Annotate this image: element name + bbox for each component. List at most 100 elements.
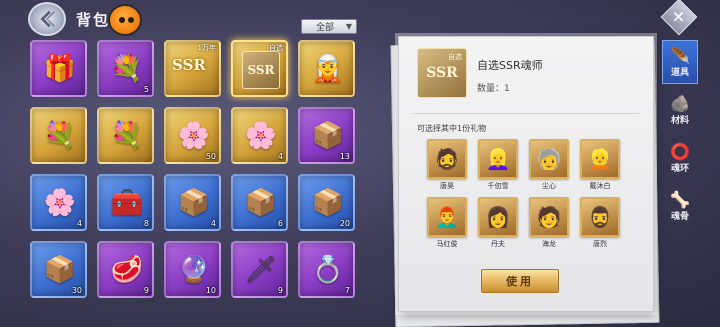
inventory-slot[interactable]: 💍 7 [298, 241, 355, 298]
tab-2[interactable]: ⭕ 魂环 [662, 136, 698, 180]
item-quantity: 7 [344, 286, 350, 295]
item-detail-panel: SSR 自选 自选SSR魂师 数量：1 可选择其中1份礼物 🧔 唐昊 👱‍♀️ 千仞雪… [398, 36, 654, 312]
item-quantity: 4 [76, 219, 82, 228]
item-art-icon: 📦 [177, 188, 211, 218]
item-art-icon: 🌸 [43, 188, 77, 218]
item-quantity: 9 [277, 286, 283, 295]
item-art-icon: 🔮 [177, 255, 211, 285]
tab-0[interactable]: 🪶 道具 [662, 40, 698, 84]
item-quantity: 5 [143, 85, 149, 94]
chevron-down-icon: ▼ [345, 22, 352, 31]
detail-icon-tag: 自选 [448, 53, 462, 61]
item-quantity: 20 [339, 219, 350, 228]
item-art-icon: 💐 [43, 121, 77, 151]
item-quantity: 9 [143, 286, 149, 295]
item-quantity: 6 [277, 219, 283, 228]
hero-option[interactable]: 👩 丹夫 [478, 197, 518, 249]
hero-option[interactable]: 👨‍🦰 马红俊 [427, 197, 467, 249]
inventory-grid: 🎁 💐 5 SSR 1万年 SSR 自选 🧝 💐 💐 🌸 50 🌸 4 📦 13 🌸 4 🧰 8 📦 4 📦 6 📦 20 📦 30 🥩… [30, 40, 422, 298]
hero-name: 唐烈 [593, 240, 607, 248]
use-button[interactable]: 使用 [481, 269, 559, 293]
inventory-slot[interactable]: 📦 30 [30, 241, 87, 298]
item-art-icon: 📦 [311, 121, 345, 151]
hero-name: 戴沐白 [589, 182, 611, 190]
inventory-slot[interactable]: 📦 20 [298, 174, 355, 231]
hero-option[interactable]: 🧓 尘心 [529, 139, 569, 191]
hero-option[interactable]: 🧔‍♂️ 唐烈 [580, 197, 620, 249]
item-quantity: 4 [277, 152, 283, 161]
tab-label: 材料 [670, 115, 689, 126]
item-art-icon: 📦 [311, 188, 345, 218]
item-art-icon: 💐 [110, 121, 144, 151]
tab-label: 道具 [670, 67, 689, 78]
close-button[interactable]: ✕ [660, 0, 698, 36]
inventory-slot[interactable]: 🥩 9 [97, 241, 154, 298]
tab-icon: 🦴 [670, 189, 690, 209]
hero-name: 尘心 [542, 182, 556, 190]
item-art-icon: 📦 [244, 188, 278, 218]
hero-option[interactable]: 👱 戴沐白 [580, 139, 620, 191]
hero-portrait: 👨‍🦰 [427, 197, 467, 237]
inventory-slot[interactable]: 🧰 8 [97, 174, 154, 231]
hero-portrait: 🧑 [529, 197, 569, 237]
close-icon: ✕ [672, 7, 686, 27]
hero-option[interactable]: 👱‍♀️ 千仞雪 [478, 139, 518, 191]
inventory-slot[interactable]: 💐 [97, 107, 154, 164]
hero-name: 海龙 [542, 240, 556, 248]
hero-option[interactable]: 🧑 海龙 [529, 197, 569, 249]
hero-portrait: 🧓 [529, 139, 569, 179]
item-art-icon: 🌸 [177, 121, 211, 151]
item-quantity: 50 [205, 152, 216, 161]
inventory-slot[interactable]: 📦 4 [164, 174, 221, 231]
tab-icon: ⭕ [670, 141, 690, 161]
hero-name: 唐昊 [440, 182, 454, 190]
inventory-slot[interactable]: 🌸 50 [164, 107, 221, 164]
hero-portrait: 🧔‍♂️ [580, 197, 620, 237]
hero-name: 千仞雪 [487, 182, 509, 190]
tab-1[interactable]: 🪨 材料 [662, 88, 698, 132]
hero-portrait: 👱‍♀️ [478, 139, 518, 179]
hero-option[interactable]: 🧔 唐昊 [427, 139, 467, 191]
hero-choice-list: 🧔 唐昊 👱‍♀️ 千仞雪 🧓 尘心 👱 戴沐白 👨‍🦰 马红俊 👩 丹夫 🧑 海龙 🧔‍♂️ 唐烈 [427, 139, 620, 249]
inventory-slot[interactable]: 💐 5 [97, 40, 154, 97]
item-art-icon: 📦 [43, 255, 77, 285]
hero-name: 丹夫 [491, 240, 505, 248]
inventory-slot[interactable]: 🎁 [30, 40, 87, 97]
inventory-slot[interactable]: 🌸 4 [30, 174, 87, 231]
filter-value: 全部 [316, 23, 335, 33]
detail-item-quantity: 数量：1 [477, 84, 510, 94]
detail-item-name: 自选SSR魂师 [477, 59, 543, 72]
choose-gift-label: 可选择其中1份礼物 [417, 124, 487, 133]
detail-item-icon: SSR 自选 [417, 48, 467, 98]
tab-3[interactable]: 🦴 魂骨 [662, 184, 698, 228]
hero-name: 马红俊 [436, 240, 458, 248]
back-button[interactable] [28, 2, 66, 36]
divider [413, 113, 639, 114]
item-art-icon: 🧰 [110, 188, 144, 218]
tab-icon: 🪨 [670, 93, 690, 113]
item-art-icon: 🥩 [110, 255, 144, 285]
item-art-icon: 💐 [110, 54, 144, 84]
item-art-icon: 🌸 [244, 121, 278, 151]
detail-icon-text: SSR [426, 65, 458, 81]
inventory-slot[interactable]: 💐 [30, 107, 87, 164]
item-art-icon: 🎁 [43, 54, 77, 84]
inventory-slot[interactable]: 🗡 9 [231, 241, 288, 298]
inventory-slot[interactable]: SSR 自选 [231, 40, 288, 97]
inventory-slot[interactable]: 🔮 10 [164, 241, 221, 298]
tab-icon: 🪶 [670, 45, 690, 65]
inventory-slot[interactable]: SSR 1万年 [164, 40, 221, 97]
filter-dropdown[interactable]: 全部 ▼ [301, 19, 357, 34]
item-quantity: 8 [143, 219, 149, 228]
hero-portrait: 👩 [478, 197, 518, 237]
inventory-slot[interactable]: 📦 13 [298, 107, 355, 164]
inventory-slot[interactable]: 🌸 4 [231, 107, 288, 164]
item-tag: 1万年 [197, 44, 216, 52]
inventory-slot[interactable]: 🧝 [298, 40, 355, 97]
mascot-icon [108, 4, 142, 36]
inventory-slot[interactable]: 📦 6 [231, 174, 288, 231]
tab-label: 魂环 [670, 163, 689, 174]
item-art-icon: 💍 [311, 255, 345, 285]
hero-portrait: 👱 [580, 139, 620, 179]
item-quantity: 13 [339, 152, 350, 161]
